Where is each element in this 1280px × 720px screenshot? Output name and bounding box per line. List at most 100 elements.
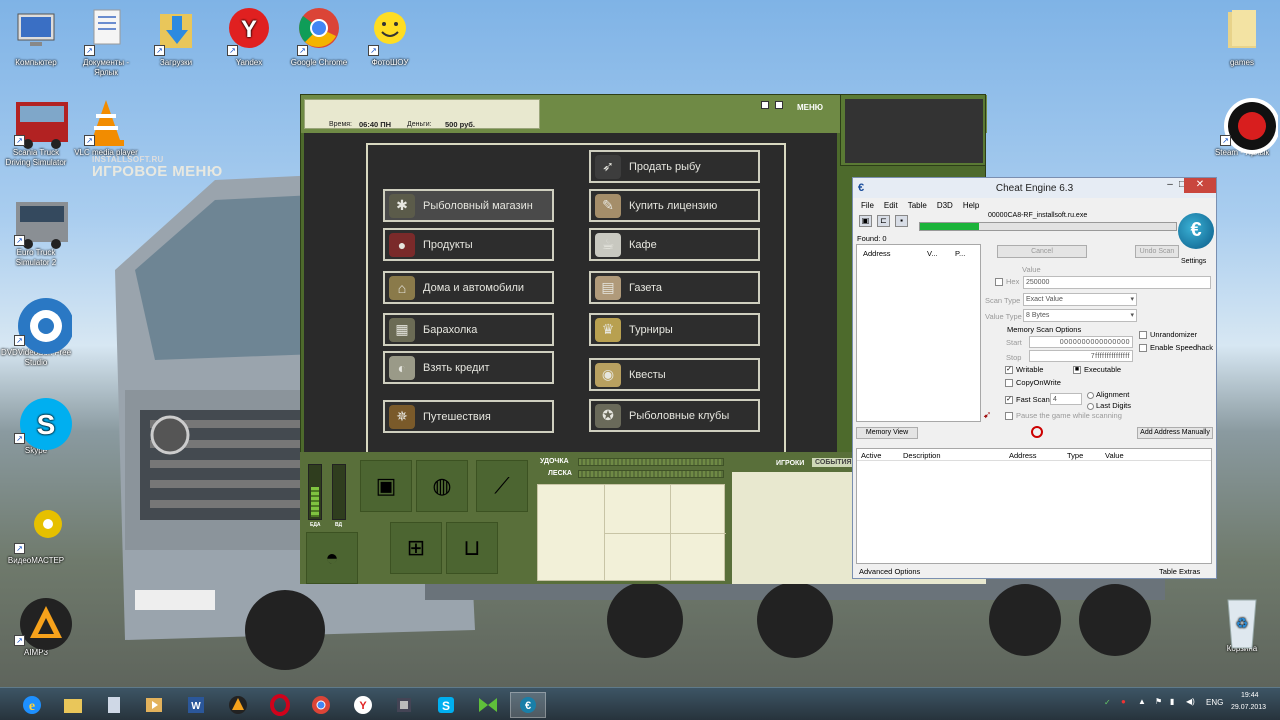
menu-houses-cars[interactable]: ⌂ Дома и автомобили [383, 271, 554, 304]
tray-chevron-icon[interactable]: ▲ [1138, 697, 1146, 706]
scan-type-select[interactable]: Exact Value ▾ [1023, 293, 1137, 306]
menu-buy-license[interactable]: ✎ Купить лицензию [589, 189, 760, 222]
word-icon[interactable]: W [178, 692, 214, 718]
desktop-icon-games[interactable]: games [1206, 6, 1278, 68]
explorer-icon[interactable] [55, 692, 91, 718]
ce-logo-icon[interactable]: € [1178, 213, 1214, 249]
menu-tournaments[interactable]: ♛ Турниры [589, 313, 760, 346]
memory-view-button[interactable]: Memory View [856, 427, 918, 439]
rod-slot[interactable]: ⟋ [476, 460, 528, 512]
menu-help[interactable]: Help [963, 201, 979, 210]
cauldron-slot[interactable]: ◓ [306, 532, 358, 584]
menu-travel[interactable]: ✵ Путешествия [383, 400, 554, 433]
chrome-icon[interactable] [303, 692, 339, 718]
skype-icon[interactable]: S [428, 692, 464, 718]
desktop-icon-dvdvideosoft[interactable]: ↗ DVDVideoSoft Free Studio [0, 296, 74, 368]
col-address[interactable]: Address [863, 249, 891, 258]
aimp-icon[interactable] [220, 692, 256, 718]
cancel-button[interactable]: Cancel [997, 245, 1087, 258]
speedhack-checkbox[interactable] [1139, 344, 1147, 353]
desktop-icon-computer[interactable]: Компьютер [0, 6, 72, 68]
col-previous[interactable]: P... [955, 249, 965, 258]
catch-grid[interactable] [537, 484, 726, 581]
hex-checkbox[interactable] [995, 278, 1003, 287]
menu-cafe[interactable]: ☕ Кафе [589, 228, 760, 261]
cheat-engine-window[interactable]: € Cheat Engine 6.3 – □ ✕ File Edit Table… [852, 177, 1217, 579]
unrandomizer-checkbox[interactable] [1139, 331, 1147, 340]
desktop-icon-ets2[interactable]: ↗ Euro Truck Simulator 2 [0, 196, 72, 268]
last-digits-radio[interactable] [1087, 402, 1094, 410]
tray-check-icon[interactable]: ✓ [1104, 698, 1111, 707]
menu-edit[interactable]: Edit [884, 201, 898, 210]
advanced-options-link[interactable]: Advanced Options [859, 567, 920, 576]
value-input[interactable]: 250000 [1023, 276, 1211, 289]
yandex-icon[interactable]: Y [345, 692, 381, 718]
undo-scan-button[interactable]: Undo Scan [1135, 245, 1179, 258]
menu-quests[interactable]: ◉ Квесты [589, 358, 760, 391]
address-table[interactable]: Active Description Address Type Value [856, 448, 1212, 564]
fast-scan-checkbox[interactable]: ✓ [1005, 396, 1013, 405]
tab-events[interactable]: СОБЫТИЯ [812, 458, 855, 467]
col-value[interactable]: Value [1105, 451, 1124, 460]
game-menu-button[interactable]: МЕНЮ [797, 103, 823, 112]
value-type-select[interactable]: 8 Bytes ▾ [1023, 309, 1137, 322]
language-indicator[interactable]: ENG [1206, 698, 1223, 707]
desktop-icon-scania[interactable]: ↗ Scania Truck Driving Simulator [0, 96, 72, 168]
menu-products[interactable]: ● Продукты [383, 228, 554, 261]
clear-list-icon[interactable] [1031, 426, 1043, 438]
opera-icon[interactable] [262, 692, 298, 718]
pause-icon[interactable] [761, 101, 769, 109]
col-type[interactable]: Type [1067, 451, 1083, 460]
tray-network-icon[interactable]: ▮ [1170, 697, 1174, 706]
desktop-icon-chrome[interactable]: ↗ Google Chrome [283, 6, 355, 68]
settings-link[interactable]: Settings [1181, 258, 1206, 265]
executable-checkbox[interactable]: ■ [1073, 366, 1081, 375]
menu-newspaper[interactable]: ▤ Газета [589, 271, 760, 304]
col-active[interactable]: Active [861, 451, 881, 460]
basket-slot[interactable]: ⊞ [390, 522, 442, 574]
game-icon[interactable] [470, 692, 506, 718]
writable-checkbox[interactable]: ✓ [1005, 366, 1013, 375]
pointer-icon[interactable]: ➹ [983, 410, 991, 421]
fast-scan-input[interactable]: 4 [1050, 393, 1082, 405]
desktop-icon-fotoshow[interactable]: ↗ ФотоШОУ [354, 6, 426, 68]
pause-checkbox[interactable] [1005, 412, 1013, 421]
menu-table[interactable]: Table [908, 201, 927, 210]
desktop-icon-aimp[interactable]: ↗ AIMP3 [0, 596, 72, 658]
stop-address-input[interactable]: 7fffffffffffffff [1029, 350, 1133, 362]
menu-d3d[interactable]: D3D [937, 201, 953, 210]
found-list[interactable]: Address V... P... [856, 244, 981, 422]
col-value[interactable]: V... [927, 249, 938, 258]
tab-players[interactable]: ИГРОКИ [776, 460, 804, 467]
menu-take-credit[interactable]: ◐ Взять кредит [383, 351, 554, 384]
clock-time[interactable]: 19:44 [1241, 692, 1259, 699]
add-address-button[interactable]: Add Address Manually [1137, 427, 1213, 439]
bag-slot[interactable]: ▣ [360, 460, 412, 512]
col-description[interactable]: Description [903, 451, 941, 460]
menu-flea-market[interactable]: ▦ Барахолка [383, 313, 554, 346]
files-icon[interactable] [96, 692, 132, 718]
menu-fishing-shop[interactable]: ✱ Рыболовный магазин [383, 189, 554, 222]
desktop-icon-vlc[interactable]: ↗ VLC media player [70, 96, 142, 158]
bucket-slot[interactable]: ⊔ [446, 522, 498, 574]
tray-flag-icon[interactable]: ⚑ [1155, 697, 1162, 706]
desktop-icon-steam[interactable]: ↗ Steam - Ярлык [1206, 96, 1280, 158]
menu-file[interactable]: File [861, 201, 874, 210]
tray-volume-icon[interactable]: ◀) [1186, 697, 1195, 706]
menu-fishing-clubs[interactable]: ✪ Рыболовные клубы [589, 399, 760, 432]
sound-icon[interactable] [775, 101, 783, 109]
open-process-icon[interactable]: ▣ [859, 215, 872, 227]
ie-icon[interactable]: e [14, 692, 50, 718]
cheat-engine-icon[interactable]: € [510, 692, 546, 718]
copyonwrite-checkbox[interactable] [1005, 379, 1013, 388]
tray-record-icon[interactable]: ● [1121, 697, 1126, 706]
desktop-icon-yandex[interactable]: Y ↗ Yandex [213, 6, 285, 68]
desktop-icon-recycle-bin[interactable]: ♻ Корзина [1206, 592, 1278, 654]
open-file-icon[interactable]: ⊏ [877, 215, 890, 227]
clock-date[interactable]: 29.07.2013 [1231, 704, 1266, 711]
menu-sell-fish[interactable]: ➶ Продать рыбу [589, 150, 760, 183]
backpack-slot[interactable]: ◍ [416, 460, 468, 512]
ce-icon[interactable] [386, 692, 422, 718]
desktop-icon-videomaster[interactable]: ↗ ВидеоМАСТЕР [0, 504, 72, 566]
save-icon[interactable]: ▪ [895, 215, 908, 227]
